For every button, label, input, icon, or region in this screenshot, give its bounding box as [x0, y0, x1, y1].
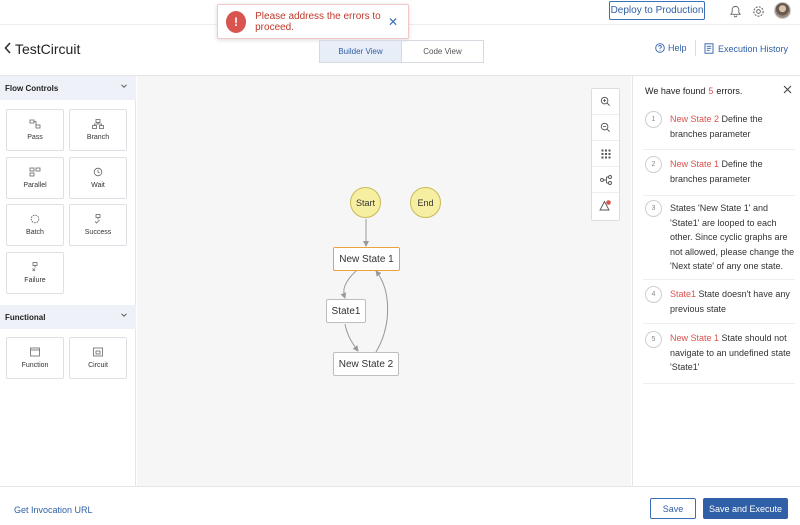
- palette-item-label: Circuit: [88, 362, 108, 369]
- palette-item-parallel[interactable]: Parallel: [6, 157, 64, 199]
- chevron-down-icon[interactable]: [120, 82, 128, 92]
- node-start[interactable]: Start: [350, 187, 381, 218]
- pass-icon: [29, 119, 41, 129]
- palette-item-label: Function: [21, 362, 49, 369]
- palette-item-label: Wait: [91, 182, 105, 189]
- save-button[interactable]: Save: [650, 498, 696, 519]
- error-text: States 'New State 1' and 'State1' are lo…: [670, 201, 795, 274]
- error-state-link[interactable]: New State 2: [670, 114, 719, 124]
- error-text: State1 State doesn't have any previous s…: [670, 287, 795, 316]
- execution-history-link[interactable]: Execution History: [704, 43, 788, 54]
- errors-suffix: errors.: [716, 86, 743, 96]
- back-arrow-icon[interactable]: [4, 41, 12, 57]
- tab-code-view[interactable]: Code View: [402, 41, 483, 62]
- close-icon[interactable]: [783, 85, 792, 97]
- bell-icon[interactable]: [727, 3, 743, 19]
- auto-layout-icon[interactable]: [592, 167, 619, 193]
- avatar[interactable]: [774, 2, 791, 19]
- node-end[interactable]: End: [410, 187, 441, 218]
- palette-item-label: Failure: [24, 277, 46, 284]
- chevron-down-icon[interactable]: [120, 311, 128, 321]
- save-and-execute-button[interactable]: Save and Execute: [703, 498, 788, 519]
- zoom-in-icon[interactable]: [592, 89, 619, 115]
- page-title: TestCircuit: [15, 41, 81, 57]
- view-toggle: Builder View Code View: [319, 40, 484, 63]
- error-item[interactable]: 3 States 'New State 1' and 'State1' are …: [643, 196, 795, 280]
- failure-icon: [29, 262, 41, 272]
- error-text: New State 1 Define the branches paramete…: [670, 157, 795, 186]
- function-icon: [29, 347, 41, 357]
- palette-item-success[interactable]: Success: [69, 204, 127, 246]
- error-item[interactable]: 1 New State 2 Define the branches parame…: [643, 108, 795, 150]
- error-text: New State 2 Define the branches paramete…: [670, 112, 795, 141]
- builder-canvas[interactable]: [137, 76, 631, 486]
- history-icon: [704, 43, 714, 54]
- node-new-state-1[interactable]: New State 1: [333, 247, 400, 271]
- header-divider: [695, 40, 696, 56]
- functional-header[interactable]: Functional: [0, 305, 136, 329]
- get-invocation-url-link[interactable]: Get Invocation URL: [14, 505, 93, 515]
- flow-controls-header[interactable]: Flow Controls: [0, 76, 136, 100]
- grid-icon[interactable]: [592, 141, 619, 167]
- palette-item-wait[interactable]: Wait: [69, 157, 127, 199]
- error-number: 3: [645, 200, 662, 217]
- error-item[interactable]: 4 State1 State doesn't have any previous…: [643, 280, 795, 324]
- branch-icon: [92, 119, 104, 129]
- errors-summary: We have found 5 errors.: [645, 86, 742, 96]
- section-title: Flow Controls: [5, 83, 59, 93]
- deploy-to-production-button[interactable]: Deploy to Production: [609, 1, 705, 20]
- palette-item-label: Parallel: [23, 182, 47, 189]
- errors-panel: We have found 5 errors. 1 New State 2 Defi…: [632, 76, 800, 486]
- footer-bar: Get Invocation URL Save Save and Execute: [0, 486, 800, 525]
- gear-icon[interactable]: [750, 3, 766, 19]
- palette-item-label: Branch: [86, 134, 110, 141]
- palette-item-pass[interactable]: Pass: [6, 109, 64, 151]
- wait-icon: [92, 167, 104, 177]
- page-header: TestCircuit Builder View Code View Help …: [0, 26, 800, 76]
- parallel-icon: [29, 167, 41, 177]
- batch-icon: [29, 214, 41, 224]
- zoom-out-icon[interactable]: [592, 115, 619, 141]
- error-number: 1: [645, 111, 662, 128]
- palette-item-label: Pass: [27, 134, 43, 141]
- error-number: 4: [645, 286, 662, 303]
- error-number: 5: [645, 331, 662, 348]
- palette-item-function[interactable]: Function: [6, 337, 64, 379]
- errors-prefix: We have found: [645, 86, 706, 96]
- execution-history-label: Execution History: [718, 43, 789, 54]
- error-state-link[interactable]: New State 1: [670, 159, 719, 169]
- error-state-link[interactable]: State1: [670, 289, 696, 299]
- circuit-icon: [92, 347, 104, 357]
- success-icon: [92, 214, 104, 224]
- help-link[interactable]: Help: [655, 43, 687, 53]
- error-message: States 'New State 1' and 'State1' are lo…: [670, 203, 795, 271]
- error-alert-icon[interactable]: [592, 193, 619, 219]
- error-state-link[interactable]: New State 1: [670, 333, 719, 343]
- palette-item-failure[interactable]: Failure: [6, 252, 64, 294]
- section-title: Functional: [5, 312, 46, 322]
- palette-item-label: Batch: [26, 229, 44, 236]
- palette-item-label: Success: [84, 229, 112, 236]
- palette-panel: Flow Controls Pass Branch Parallel Wait …: [0, 76, 136, 486]
- error-count: 5: [708, 86, 714, 96]
- error-item[interactable]: 5 New State 1 State should not navigate …: [643, 324, 795, 384]
- palette-item-batch[interactable]: Batch: [6, 204, 64, 246]
- palette-item-branch[interactable]: Branch: [69, 109, 127, 151]
- error-text: New State 1 State should not navigate to…: [670, 331, 795, 375]
- palette-item-circuit[interactable]: Circuit: [69, 337, 127, 379]
- node-state1[interactable]: State1: [326, 299, 366, 323]
- error-item[interactable]: 2 New State 1 Define the branches parame…: [643, 150, 795, 196]
- node-new-state-2[interactable]: New State 2: [333, 352, 399, 376]
- canvas-toolbar: [591, 88, 620, 221]
- help-label: Help: [668, 43, 687, 53]
- error-number: 2: [645, 156, 662, 173]
- help-icon: [655, 43, 665, 53]
- tab-builder-view[interactable]: Builder View: [320, 41, 402, 62]
